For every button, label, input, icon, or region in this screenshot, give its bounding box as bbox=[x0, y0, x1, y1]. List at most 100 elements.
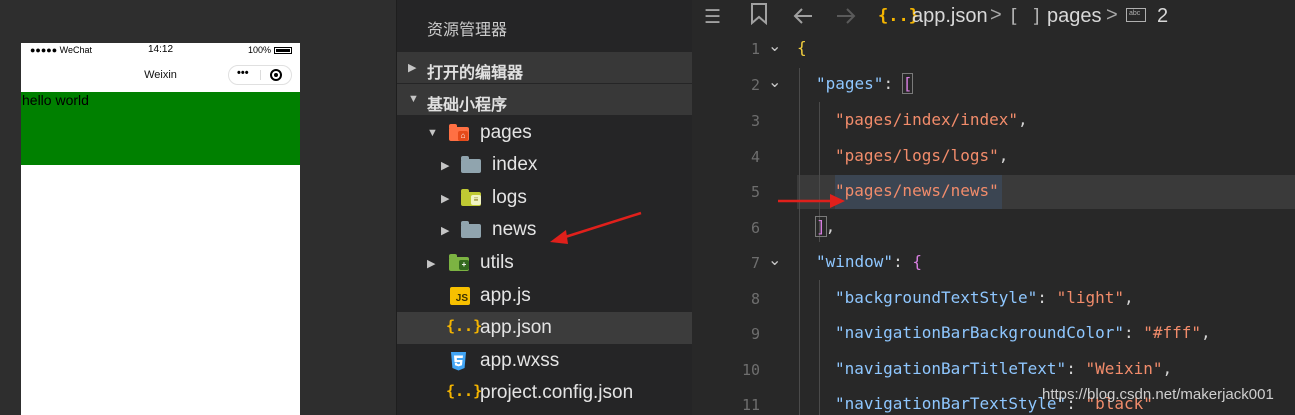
section-project[interactable]: ▼ 基础小程序 bbox=[397, 84, 693, 115]
code-token: { bbox=[912, 252, 922, 271]
string-icon: abc bbox=[1126, 8, 1146, 22]
line-number: 1 bbox=[750, 40, 760, 58]
code-token: , bbox=[1124, 288, 1134, 307]
tree-item-logs[interactable]: ▶ ≡ logs bbox=[397, 182, 693, 214]
explorer-panel: 资源管理器 ▶ 打开的编辑器 ▼ 基础小程序 ▼ ⌂ pages ▶ index… bbox=[396, 0, 693, 415]
tree-item-project-config[interactable]: {..} project.config.json bbox=[397, 377, 693, 409]
chevron-down-icon[interactable]: ▼ bbox=[408, 93, 419, 105]
battery-percent: 100% bbox=[247, 45, 271, 55]
line-number: 3 bbox=[750, 112, 760, 130]
code-line[interactable]: 4 "pages/logs/logs", bbox=[692, 140, 1295, 174]
json-file-icon: {..} bbox=[446, 382, 483, 400]
line-number: 11 bbox=[741, 396, 760, 414]
chevron-right-icon[interactable]: ▶ bbox=[441, 159, 449, 172]
css-file-icon bbox=[448, 351, 470, 371]
capsule-divider bbox=[260, 70, 261, 80]
code-token: "navigationBarTitleText" bbox=[835, 359, 1067, 378]
code-token: "light" bbox=[1056, 288, 1124, 307]
code-token: "pages" bbox=[816, 74, 884, 93]
code-line[interactable]: 9 "navigationBarBackgroundColor": "#fff"… bbox=[692, 317, 1295, 351]
code-token: "backgroundTextStyle" bbox=[835, 288, 1038, 307]
capsule-menu[interactable]: ••• bbox=[228, 65, 292, 85]
navigation-bar: Weixin ••• bbox=[21, 59, 300, 92]
fold-chevron-icon[interactable]: ⌄ bbox=[768, 36, 781, 55]
code-token: "pages/index/index" bbox=[835, 110, 1019, 129]
code-line[interactable]: 8 "backgroundTextStyle": "light", bbox=[692, 282, 1295, 316]
watermark: https://blog.csdn.net/makerjack001 bbox=[1042, 386, 1274, 403]
tree-item-label: pages bbox=[480, 122, 532, 143]
line-number: 7 bbox=[750, 254, 760, 272]
back-arrow-icon[interactable] bbox=[792, 5, 814, 33]
forward-arrow-icon[interactable] bbox=[835, 5, 857, 33]
list-icon[interactable]: ☰ bbox=[704, 6, 721, 29]
code-line[interactable]: 1 ⌄ { bbox=[692, 32, 1295, 66]
explorer-title: 资源管理器 bbox=[427, 22, 508, 39]
section-label: 基础小程序 bbox=[427, 97, 508, 114]
tree-item-label: app.json bbox=[480, 317, 552, 338]
breadcrumb-node[interactable]: pages bbox=[1047, 5, 1102, 28]
tree-item-app-wxss[interactable]: app.wxss bbox=[397, 345, 693, 377]
utils-folder-icon: + bbox=[449, 253, 471, 273]
code-line[interactable]: 6 ], bbox=[692, 211, 1295, 245]
line-number: 2 bbox=[750, 76, 760, 94]
line-number: 8 bbox=[750, 290, 760, 308]
code-line[interactable]: 10 "navigationBarTitleText": "Weixin", bbox=[692, 353, 1295, 387]
line-number: 4 bbox=[750, 148, 760, 166]
code-line[interactable]: 2 ⌄ "pages": [ bbox=[692, 68, 1295, 102]
chevron-right-icon[interactable]: ▶ bbox=[441, 192, 449, 205]
chevron-down-icon[interactable]: ▼ bbox=[427, 127, 438, 139]
code-token: { bbox=[797, 38, 807, 57]
json-file-icon: {..} bbox=[446, 317, 483, 335]
tree-item-app-js[interactable]: JS app.js bbox=[397, 280, 693, 312]
chevron-right-icon: > bbox=[990, 4, 1002, 26]
tree-item-label: logs bbox=[492, 187, 527, 208]
line-number: 9 bbox=[750, 325, 760, 343]
tree-item-index[interactable]: ▶ index bbox=[397, 149, 693, 181]
code-token: "Weixin" bbox=[1085, 359, 1163, 378]
tree-item-label: app.wxss bbox=[480, 350, 560, 371]
section-open-editors[interactable]: ▶ 打开的编辑器 bbox=[397, 52, 693, 83]
fold-chevron-icon[interactable]: ⌄ bbox=[768, 250, 781, 269]
hello-text: hello world bbox=[22, 92, 89, 108]
code-token: [ bbox=[901, 73, 914, 94]
code-token: "#fff" bbox=[1143, 323, 1202, 342]
folder-icon bbox=[461, 220, 483, 240]
chevron-right-icon[interactable]: ▶ bbox=[427, 257, 435, 270]
code-editor[interactable]: ☰ {..} app.json > [ ] pages > abc 2 1 ⌄ … bbox=[692, 0, 1295, 415]
code-line[interactable]: 5 "pages/news/news" bbox=[692, 175, 1295, 209]
breadcrumb-file[interactable]: app.json bbox=[912, 5, 988, 28]
tree-item-label: utils bbox=[480, 252, 514, 273]
tree-item-app-json[interactable]: {..} app.json bbox=[397, 312, 693, 344]
battery-icon bbox=[274, 46, 292, 54]
code-line[interactable]: 3 "pages/index/index", bbox=[692, 104, 1295, 138]
status-bar: ●●●●● WeChat 14:12 100% bbox=[21, 43, 300, 59]
code-line[interactable]: 7 ⌄ "window": { bbox=[692, 246, 1295, 280]
bookmark-icon[interactable] bbox=[750, 3, 768, 31]
breadcrumb: ☰ {..} app.json > [ ] pages > abc 2 bbox=[692, 0, 1295, 34]
code-token: : bbox=[1037, 288, 1057, 307]
chevron-right-icon[interactable]: ▶ bbox=[408, 61, 416, 74]
code-token: : bbox=[883, 74, 903, 93]
breadcrumb-leaf[interactable]: 2 bbox=[1157, 5, 1168, 28]
more-icon[interactable]: ••• bbox=[237, 67, 249, 79]
code-token: : bbox=[893, 252, 913, 271]
js-file-icon: JS bbox=[450, 286, 472, 306]
code-token: "pages/logs/logs" bbox=[835, 146, 999, 165]
code-token: , bbox=[1201, 323, 1211, 342]
code-token: ] bbox=[815, 216, 827, 237]
chevron-right-icon[interactable]: ▶ bbox=[441, 224, 449, 237]
phone-screen: ●●●●● WeChat 14:12 100% Weixin ••• hello… bbox=[21, 43, 300, 415]
tree-item-label: app.js bbox=[480, 285, 531, 306]
status-battery: 100% bbox=[248, 45, 292, 55]
tree-item-utils[interactable]: ▶ + utils bbox=[397, 247, 693, 279]
code-token: , bbox=[1018, 110, 1028, 129]
close-capsule-icon[interactable] bbox=[270, 69, 282, 81]
logs-folder-icon: ≡ bbox=[461, 188, 483, 208]
tree-item-label: index bbox=[492, 154, 538, 175]
tree-item-news[interactable]: ▶ news bbox=[397, 214, 693, 246]
tree-item-pages[interactable]: ▼ ⌂ pages bbox=[397, 117, 693, 149]
code-token: "pages/news/news" bbox=[835, 181, 999, 200]
line-number: 5 bbox=[750, 183, 760, 201]
code-token: "navigationBarTextStyle" bbox=[835, 394, 1067, 413]
fold-chevron-icon[interactable]: ⌄ bbox=[768, 72, 781, 91]
